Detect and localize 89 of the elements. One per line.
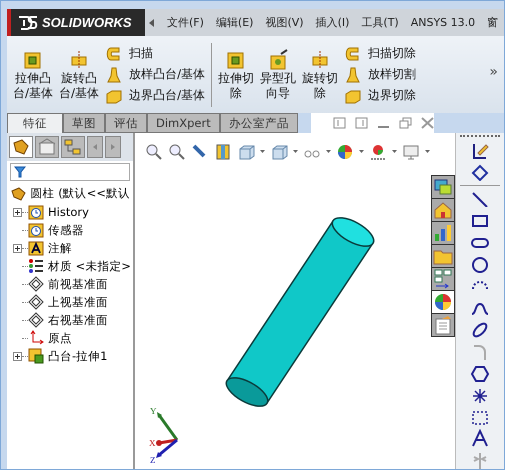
dropdown-arrow-icon[interactable] — [260, 150, 265, 154]
smart-dimension-icon[interactable] — [470, 162, 490, 181]
ribbon-button[interactable]: 异型孔 向导 — [260, 48, 296, 100]
cube-icon[interactable] — [270, 143, 288, 161]
zoom-icon[interactable] — [145, 143, 163, 161]
ribbon-tab[interactable]: DimXpert — [147, 113, 220, 133]
menu-item[interactable]: ANSYS 13.0 — [410, 16, 476, 29]
plane-icon — [28, 276, 44, 292]
appearance-icon[interactable] — [432, 291, 454, 313]
menu-item[interactable]: 工具(T) — [361, 15, 399, 30]
ribbon-button[interactable]: 扫描 — [105, 44, 206, 62]
expand-icon[interactable] — [13, 244, 22, 252]
filter-icon — [14, 166, 26, 178]
feature-manager-icon[interactable] — [9, 136, 33, 158]
configuration-icon[interactable] — [61, 136, 85, 158]
menu-item[interactable]: 视图(V) — [265, 15, 304, 30]
ribbon-button[interactable]: 边界切除 — [344, 86, 416, 104]
tile-right-icon[interactable] — [355, 117, 368, 129]
property-manager-icon[interactable] — [35, 136, 59, 158]
history-icon — [28, 204, 44, 220]
dropdown-arrow-icon[interactable] — [392, 150, 397, 154]
loft-icon — [105, 66, 124, 84]
home-icon[interactable] — [432, 199, 454, 221]
ribbon-button[interactable]: 边界凸台/基体 — [105, 86, 206, 104]
ribbon-button[interactable]: 旋转凸 台/基体 — [59, 48, 100, 100]
expand-icon[interactable] — [13, 208, 22, 216]
plane-icon — [28, 312, 44, 328]
tree-item[interactable]: 上视基准面 — [28, 294, 108, 310]
menu-item[interactable]: 窗 — [487, 15, 498, 30]
dropdown-arrow-icon[interactable] — [293, 150, 298, 154]
tree-item[interactable]: History — [28, 204, 89, 220]
polygon-tool-icon[interactable] — [470, 364, 490, 382]
custom-properties-icon[interactable] — [432, 314, 454, 336]
part-icon — [10, 185, 28, 201]
bar-chart-icon[interactable] — [432, 222, 454, 244]
tree-item[interactable]: 凸台-拉伸1 — [28, 348, 108, 364]
extrude-icon — [28, 348, 44, 364]
circle-tool-icon[interactable] — [470, 254, 490, 273]
ribbon-button[interactable]: 放样切割 — [344, 66, 416, 84]
ellipse-tool-icon[interactable] — [470, 320, 490, 338]
app-logo: SOLIDWORKS — [7, 9, 145, 36]
tree-item[interactable]: 原点 — [28, 330, 72, 346]
menu-item[interactable]: 文件(F) — [167, 15, 204, 30]
text-tool-icon[interactable] — [470, 429, 490, 448]
sketch-icon[interactable] — [470, 141, 490, 159]
origin-icon — [28, 330, 44, 346]
close-icon[interactable] — [421, 117, 434, 129]
ds-logo-icon — [17, 14, 39, 32]
material-icon — [28, 258, 44, 274]
ribbon-tab[interactable]: 评估 — [105, 113, 147, 133]
ribbon-tab[interactable]: 特征 — [7, 113, 63, 133]
ribbon-button[interactable]: 旋转切 除 — [302, 48, 338, 100]
ribbon-button[interactable]: 拉伸切 除 — [218, 48, 254, 100]
dropdown-arrow-icon[interactable] — [425, 150, 430, 154]
scene-icon[interactable] — [369, 143, 387, 161]
section-view-icon[interactable] — [214, 143, 232, 161]
tile-left-icon[interactable] — [333, 117, 346, 129]
menu-item[interactable]: 编辑(E) — [216, 15, 254, 30]
tree-item[interactable]: 注解 — [28, 240, 72, 256]
tree-item[interactable]: 圆柱 (默认<<默认 — [7, 183, 133, 203]
ribbon-tab[interactable]: 草图 — [63, 113, 105, 133]
sensor-icon — [28, 222, 44, 238]
ribbon-tab[interactable]: 办公室产品 — [220, 113, 298, 133]
zoom-icon[interactable] — [168, 143, 186, 161]
restore-icon[interactable] — [399, 117, 412, 129]
ribbon-button[interactable]: 放样凸台/基体 — [105, 66, 206, 84]
view-palette-icon[interactable] — [432, 268, 454, 290]
dropdown-arrow-icon[interactable] — [326, 150, 331, 154]
appearance-icon[interactable] — [336, 143, 354, 161]
tree-item[interactable]: 材质 <未指定> — [28, 258, 131, 274]
tree-item[interactable]: 右视基准面 — [28, 312, 108, 328]
line-tool-icon[interactable] — [470, 190, 490, 208]
plane-icon — [28, 294, 44, 310]
ribbon-button[interactable]: 扫描切除 — [344, 44, 416, 62]
monitor-icon[interactable] — [402, 143, 420, 161]
filter-field[interactable] — [10, 163, 130, 181]
annotation-icon — [28, 240, 44, 256]
view-orientation-icon[interactable] — [237, 143, 255, 161]
more-button[interactable]: » — [489, 64, 498, 80]
scroll-left-icon[interactable] — [149, 18, 155, 26]
tree-item[interactable]: 前视基准面 — [28, 276, 108, 292]
tree-item[interactable]: 传感器 — [28, 222, 84, 238]
dropdown-arrow-icon[interactable] — [359, 150, 364, 154]
menu-item[interactable]: 插入(I) — [316, 15, 350, 30]
axis-triad-drawing: Y X Z — [149, 403, 189, 463]
expand-icon[interactable] — [13, 352, 22, 360]
ribbon-button[interactable]: 拉伸凸 台/基体 — [13, 48, 54, 100]
loft-icon — [344, 66, 362, 84]
resources-icon[interactable] — [432, 176, 454, 198]
